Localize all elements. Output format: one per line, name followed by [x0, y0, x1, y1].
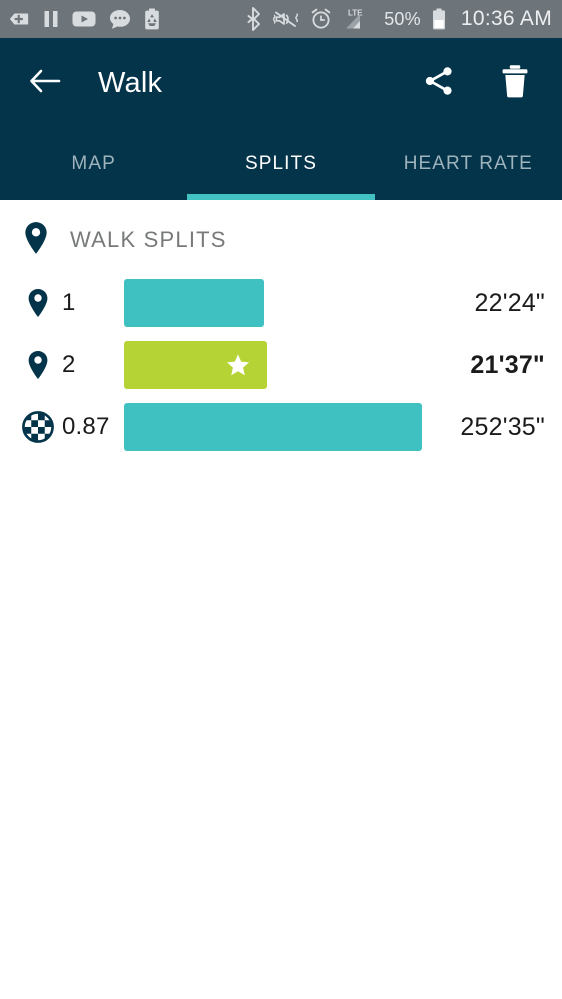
app-bar: Walk [0, 38, 562, 128]
lte-signal-icon: LTE [343, 7, 373, 31]
share-button[interactable] [416, 60, 462, 106]
section-title: WALK SPLITS [70, 227, 227, 252]
delete-button[interactable] [492, 60, 538, 106]
battery-recycle-icon [144, 8, 160, 30]
tab-bar: MAP SPLITS HEART RATE [0, 128, 562, 200]
split-bar-track [124, 396, 448, 458]
split-bar [124, 279, 264, 327]
alarm-clock-icon [310, 8, 332, 30]
map-pin-icon [22, 221, 50, 260]
map-pin-icon [22, 288, 54, 318]
battery-icon [432, 8, 446, 30]
splits-content: WALK SPLITS 1 22'24" 2 21'37" 0.87 252'3… [0, 200, 562, 458]
tab-splits[interactable]: SPLITS [187, 128, 375, 200]
split-bar-best [124, 341, 267, 389]
status-bar-clock: 10:36 AM [460, 7, 552, 30]
map-pin-icon [22, 350, 54, 380]
vibrate-mute-icon [273, 8, 299, 30]
table-row[interactable]: 1 22'24" [0, 272, 562, 334]
tab-heart-rate[interactable]: HEART RATE [375, 128, 562, 200]
section-header: WALK SPLITS [0, 214, 562, 266]
pause-icon [43, 9, 59, 29]
split-bar [124, 403, 422, 451]
status-bar-right-icons: LTE 50% 10:36 AM [246, 7, 552, 31]
split-bar-track [124, 334, 458, 396]
split-time: 252'35" [460, 412, 545, 441]
tab-splits-label: SPLITS [244, 153, 318, 174]
split-label: 1 [62, 289, 76, 316]
split-label: 0.87 [62, 413, 110, 440]
table-row[interactable]: 2 21'37" [0, 334, 562, 396]
tab-map-label: MAP [71, 153, 116, 174]
page-title: Walk [98, 66, 163, 99]
status-bar: LTE 50% 10:36 AM [0, 0, 562, 38]
status-bar-left-icons [8, 8, 160, 30]
lte-label: LTE [348, 9, 363, 18]
add-tag-icon [8, 8, 30, 30]
table-row[interactable]: 0.87 252'35" [0, 396, 562, 458]
share-icon [422, 64, 456, 103]
tab-heart-rate-label: HEART RATE [403, 153, 533, 174]
checkered-flag-icon [22, 411, 54, 443]
back-arrow-icon [28, 66, 62, 101]
star-icon [225, 352, 251, 378]
tab-map[interactable]: MAP [0, 128, 187, 200]
battery-percent-label: 50% [384, 8, 421, 29]
split-time: 21'37" [470, 350, 545, 379]
splits-list: 1 22'24" 2 21'37" 0.87 252'35" [0, 266, 562, 458]
chat-bubble-icon [109, 9, 131, 30]
split-time: 22'24" [474, 288, 545, 317]
trash-icon [500, 64, 530, 103]
play-video-icon [72, 10, 96, 28]
bluetooth-icon [246, 7, 262, 31]
split-label: 2 [62, 351, 76, 378]
split-bar-track [124, 272, 463, 334]
back-button[interactable] [22, 60, 68, 106]
